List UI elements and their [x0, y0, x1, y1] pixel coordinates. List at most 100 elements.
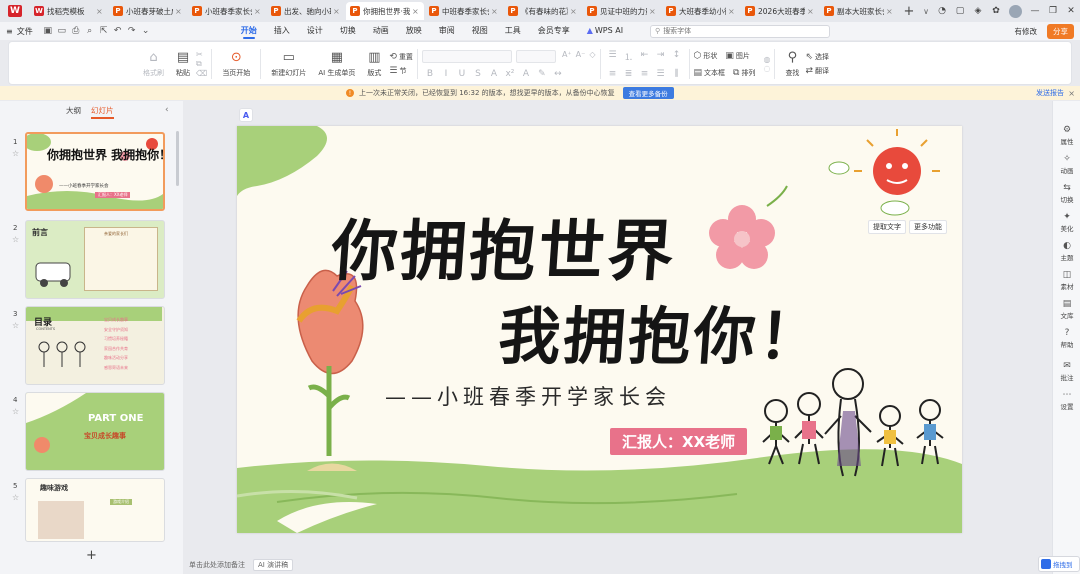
superscript-icon[interactable]: x²	[502, 69, 518, 79]
panel-properties[interactable]: ⚙ 属性	[1053, 125, 1080, 146]
panel-library[interactable]: ▤ 文库	[1053, 299, 1080, 320]
folder-icon[interactable]: ▭	[55, 26, 69, 36]
view-backups-button[interactable]: 查看更多备份	[622, 87, 674, 99]
indent-decrease-icon[interactable]: ⇤	[637, 50, 653, 63]
align-left-icon[interactable]: ≡	[605, 69, 621, 79]
doc-tab[interactable]: P《有春味的花》×	[504, 2, 582, 20]
font-search-box[interactable]: ⚲	[650, 24, 831, 38]
panel-materials[interactable]: ◫ 素材	[1053, 270, 1080, 291]
file-menu[interactable]: ≡ 文件	[0, 26, 39, 37]
panel-comment[interactable]: ✉ 批注	[1053, 361, 1080, 382]
number-list-icon[interactable]: ⒈	[621, 50, 637, 63]
star-icon[interactable]: ☆	[12, 407, 19, 416]
picture-button[interactable]: ▣ 图片	[725, 49, 750, 63]
ai-speech-button[interactable]: AI 演讲稿	[253, 559, 294, 571]
slide-subtitle[interactable]: ——小班春季开学家长会	[385, 381, 671, 411]
shape-button[interactable]: ⬡ 形状	[694, 49, 718, 63]
layout-button[interactable]: ▥ 版式	[367, 50, 381, 78]
print-preview-icon[interactable]: ⌕	[83, 26, 97, 36]
star-icon[interactable]: ☆	[12, 493, 19, 502]
bold-icon[interactable]: B	[422, 69, 438, 79]
tab-transition[interactable]: 切换	[340, 22, 356, 40]
indent-increase-icon[interactable]: ⇥	[653, 50, 669, 63]
panel-beautify[interactable]: ✦ 美化	[1053, 212, 1080, 233]
star-icon[interactable]: ☆	[12, 235, 19, 244]
close-icon[interactable]: ×	[728, 7, 736, 16]
doc-tab[interactable]: W 找稻壳模板 ×	[30, 2, 108, 20]
star-icon[interactable]: ☆	[12, 149, 19, 158]
close-icon[interactable]: ×	[491, 7, 499, 16]
search-input[interactable]	[663, 27, 814, 35]
close-icon[interactable]: ×	[807, 7, 815, 16]
clear-format-icon[interactable]: ◇	[589, 50, 595, 63]
doc-tab[interactable]: P副本大班家长会×	[820, 2, 898, 20]
maximize-icon[interactable]: ❐	[1044, 6, 1062, 16]
reporter-badge[interactable]: 汇报人：XX老师	[610, 428, 748, 455]
select-button[interactable]: ⇖ 选择	[805, 50, 829, 64]
cut-icon[interactable]: ✂	[196, 50, 207, 59]
strikethrough-icon[interactable]: S	[470, 69, 486, 79]
panel-help[interactable]: ? 帮助	[1053, 328, 1080, 349]
doc-tab[interactable]: P见证中班的力量×	[583, 2, 661, 20]
reset-button[interactable]: ⟲ 重置	[389, 50, 413, 64]
chevron-down-icon[interactable]: ⌄	[139, 26, 153, 36]
slide-canvas[interactable]: 你拥抱世界 我拥抱你！ ——小班春季开学家长会 汇报人：XX老师	[237, 126, 962, 533]
new-slide-button[interactable]: ▭ 新建幻灯片	[271, 50, 306, 78]
paste-button[interactable]: ▤ 粘贴	[176, 50, 190, 78]
char-spacing-icon[interactable]: ↔	[550, 69, 566, 79]
bell-icon[interactable]: ◔	[933, 6, 951, 16]
doc-tab[interactable]: P小班春芽破土成长×	[109, 2, 187, 20]
slide-thumbnail-4[interactable]: PART ONE 宝贝成长趣事	[25, 392, 165, 471]
panel-settings[interactable]: ⋯ 设置	[1053, 390, 1080, 411]
close-icon[interactable]: ×	[175, 7, 183, 16]
tab-wps-ai[interactable]: ▲ WPS AI	[587, 22, 623, 40]
grow-font-icon[interactable]: A⁺	[562, 50, 572, 63]
cube-icon[interactable]: ◈	[969, 6, 987, 16]
tab-slideshow[interactable]: 放映	[406, 22, 422, 40]
font-color-icon[interactable]: A	[518, 69, 534, 79]
translate-button[interactable]: ⇄ 翻译	[805, 64, 829, 78]
close-icon[interactable]: ×	[1068, 89, 1075, 98]
align-right-icon[interactable]: ≡	[637, 69, 653, 79]
send-report-link[interactable]: 发送报告	[1036, 88, 1064, 98]
doc-tab[interactable]: P大班春季幼小衔接×	[662, 2, 740, 20]
close-icon[interactable]: ×	[333, 7, 341, 16]
slide-thumbnail-1[interactable]: 你拥抱世界 我拥抱你！ ——小班春季开学家长会 汇报人：XX老师	[25, 132, 165, 211]
format-painter-button[interactable]: ⌂ 格式刷	[143, 50, 164, 78]
star-icon[interactable]: ☆	[12, 321, 19, 330]
notes-placeholder[interactable]: 单击此处添加备注	[189, 560, 245, 570]
justify-icon[interactable]: ☰	[653, 69, 669, 79]
restore-icon[interactable]: ▢	[951, 6, 969, 16]
avatar[interactable]	[1009, 4, 1022, 18]
panel-transition[interactable]: ⇆ 切换	[1053, 183, 1080, 204]
close-icon[interactable]: ×	[570, 7, 578, 16]
tab-design[interactable]: 设计	[307, 22, 323, 40]
shrink-font-icon[interactable]: A⁻	[576, 50, 586, 63]
print-icon[interactable]: ⎙	[69, 26, 83, 36]
align-center-icon[interactable]: ≣	[621, 69, 637, 79]
tab-review[interactable]: 审阅	[439, 22, 455, 40]
panel-scrollbar[interactable]	[176, 131, 179, 186]
doc-tab[interactable]: P 2026大班春季 ×	[741, 2, 819, 20]
shadow-icon[interactable]: A	[486, 69, 502, 79]
skin-icon[interactable]: ✿	[987, 6, 1005, 16]
slide-title-line1[interactable]: 你拥抱世界	[329, 198, 681, 294]
font-name-select[interactable]	[421, 49, 512, 63]
font-size-select[interactable]	[515, 49, 556, 63]
copy-icon[interactable]: ⧉	[196, 59, 207, 69]
new-tab-button[interactable]: +	[899, 4, 919, 19]
doc-tab[interactable]: P小班春季家长会×	[188, 2, 266, 20]
tab-animation[interactable]: 动画	[373, 22, 389, 40]
panel-animation[interactable]: ✧ 动画	[1053, 154, 1080, 175]
tab-member[interactable]: 会员专享	[538, 22, 570, 40]
edit-status-button[interactable]: 有修改	[1015, 26, 1038, 37]
close-icon[interactable]: ×	[96, 7, 104, 16]
drag-ai-widget[interactable]: 拖拽到	[1038, 556, 1080, 572]
italic-icon[interactable]: I	[438, 69, 454, 79]
close-icon[interactable]: ×	[412, 7, 420, 16]
add-slide-button[interactable]: +	[86, 548, 97, 563]
slide-thumbnail-5[interactable]: 趣味游戏 游戏介绍	[25, 478, 165, 542]
find-button[interactable]: ⚲ 查找	[785, 50, 799, 78]
more-features-button[interactable]: 更多功能	[909, 220, 947, 234]
close-icon[interactable]: ×	[886, 7, 894, 16]
